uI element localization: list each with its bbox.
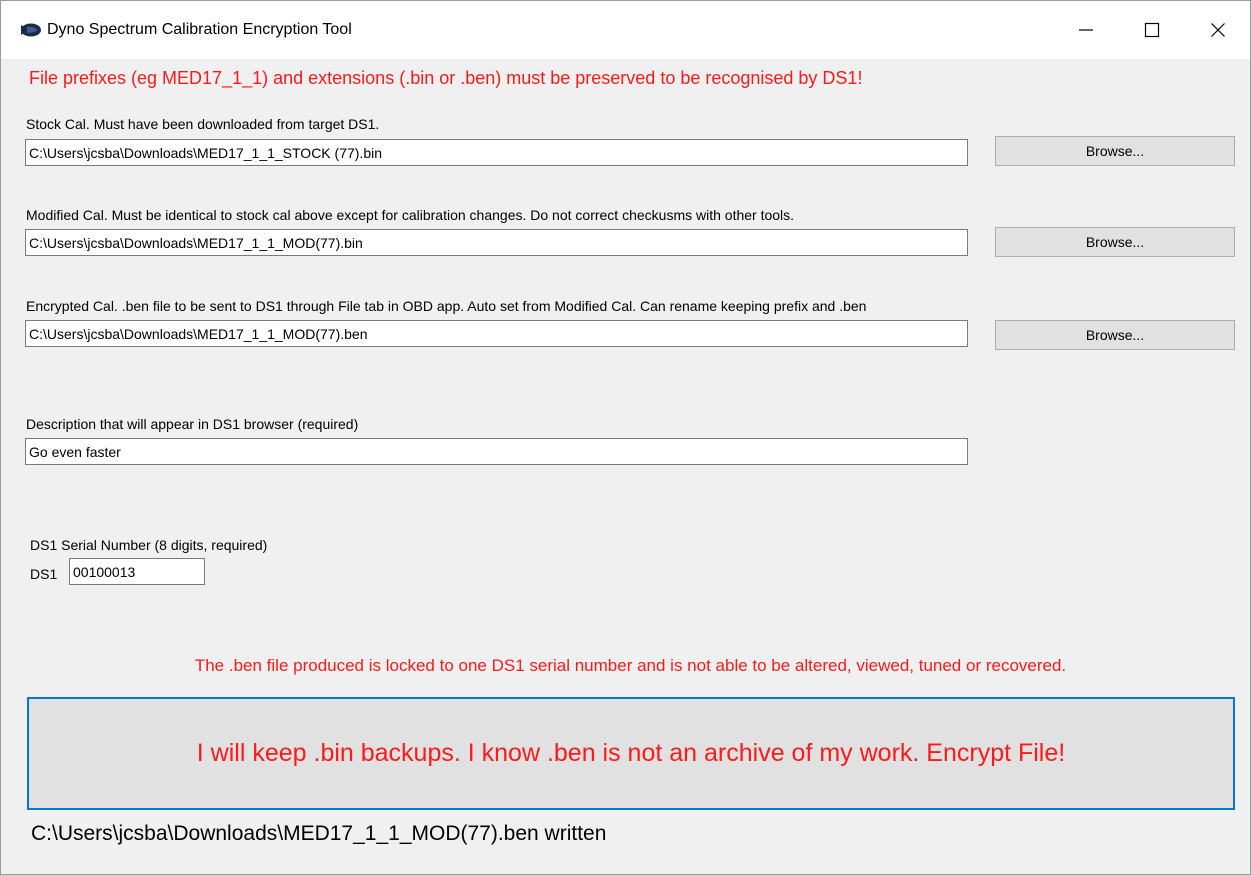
stock-cal-path-input[interactable] — [25, 139, 968, 166]
modified-cal-label: Modified Cal. Must be identical to stock… — [26, 207, 795, 223]
close-button[interactable] — [1185, 1, 1251, 59]
encrypted-cal-path-input[interactable] — [25, 320, 968, 347]
app-window: Dyno Spectrum Calibration Encryption Too… — [0, 0, 1251, 875]
maximize-icon — [1144, 22, 1160, 38]
serial-number-input[interactable] — [69, 558, 205, 585]
lock-notice: The .ben file produced is locked to one … — [194, 656, 1067, 675]
minimize-button[interactable] — [1053, 1, 1119, 59]
minimize-icon — [1079, 29, 1093, 31]
description-input[interactable] — [25, 438, 968, 465]
stock-cal-label: Stock Cal. Must have been downloaded fro… — [26, 116, 380, 132]
status-message: C:\Users\jcsba\Downloads\MED17_1_1_MOD(7… — [31, 822, 607, 845]
close-icon — [1211, 23, 1225, 37]
modified-cal-path-input[interactable] — [25, 229, 968, 256]
app-logo-icon — [19, 22, 41, 38]
maximize-button[interactable] — [1119, 1, 1185, 59]
stock-browse-button[interactable]: Browse... — [995, 136, 1235, 166]
encrypted-cal-label: Encrypted Cal. .ben file to be sent to D… — [26, 298, 867, 314]
modified-browse-button[interactable]: Browse... — [995, 227, 1235, 257]
prefix-warning: File prefixes (eg MED17_1_1) and extensi… — [29, 68, 863, 88]
window-title: Dyno Spectrum Calibration Encryption Too… — [47, 21, 352, 38]
encrypted-browse-button[interactable]: Browse... — [995, 320, 1235, 350]
encrypt-file-button[interactable]: I will keep .bin backups. I know .ben is… — [27, 697, 1235, 810]
serial-number-label: DS1 Serial Number (8 digits, required) — [30, 537, 268, 553]
description-label: Description that will appear in DS1 brow… — [26, 416, 359, 432]
serial-prefix-label: DS1 — [30, 566, 58, 582]
title-bar[interactable]: Dyno Spectrum Calibration Encryption Too… — [1, 1, 1250, 59]
